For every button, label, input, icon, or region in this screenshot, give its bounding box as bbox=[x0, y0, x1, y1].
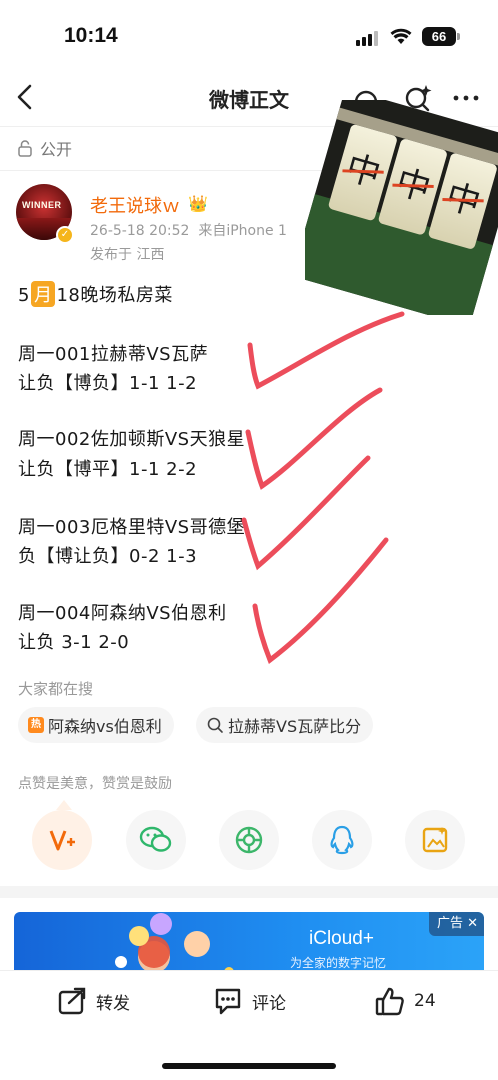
match-line-2b: 让负【博平】1-1 2-2 bbox=[18, 459, 198, 480]
like-hint: 点赞是美意，赞赏是鼓励 bbox=[18, 776, 172, 792]
like-count: 24 bbox=[414, 991, 436, 1011]
search-chip-2-label: 拉赫蒂VS瓦萨比分 bbox=[228, 717, 362, 736]
match-line-2a: 周一002佐加顿斯VS天狼星 bbox=[18, 429, 246, 450]
repost-label: 转发 bbox=[96, 993, 130, 1014]
post-timestamp: 26-5-18 20:52 bbox=[90, 223, 190, 239]
close-icon[interactable]: ✕ bbox=[467, 916, 478, 931]
crown-badge-icon: 👑 bbox=[188, 194, 208, 213]
save-image-button[interactable] bbox=[405, 810, 465, 870]
comment-label: 评论 bbox=[252, 993, 286, 1014]
like-button[interactable]: 24 bbox=[374, 985, 436, 1017]
battery-icon: 66 bbox=[422, 27, 456, 46]
status-time: 10:14 bbox=[64, 24, 118, 47]
ad-title: iCloud+ bbox=[309, 928, 374, 949]
search-chip-1[interactable]: 热 阿森纳vs伯恩利 bbox=[18, 707, 174, 743]
match-line-1a: 周一001拉赫蒂VS瓦萨 bbox=[18, 344, 209, 365]
moments-icon bbox=[235, 826, 263, 854]
search-chip-1-label: 阿森纳vs伯恩利 bbox=[48, 717, 162, 736]
status-bar: 10:14 66 bbox=[0, 0, 498, 72]
match-line-3a: 周一003厄格里特VS哥德堡 bbox=[18, 517, 246, 538]
post-title-post: 18晚场私房菜 bbox=[56, 285, 173, 306]
match-line-1b: 让负【博负】1-1 1-2 bbox=[18, 373, 198, 394]
wechat-icon bbox=[139, 826, 172, 852]
match-line-4a: 周一004阿森纳VS伯恩利 bbox=[18, 603, 227, 624]
verified-badge-icon: ✓ bbox=[56, 226, 74, 244]
share-wechat-button[interactable] bbox=[126, 810, 186, 870]
tip-icon bbox=[49, 830, 75, 851]
check-mark-4 bbox=[252, 537, 389, 664]
section-gap bbox=[0, 886, 498, 898]
username[interactable]: 老王说球ｗ bbox=[90, 192, 180, 218]
share-pointer bbox=[56, 800, 72, 810]
post-title-month: 月 bbox=[30, 281, 56, 307]
avatar-text: WINNER bbox=[22, 200, 62, 210]
search-chip-2[interactable]: 拉赫蒂VS瓦萨比分 bbox=[196, 707, 374, 743]
wifi-icon bbox=[390, 28, 412, 44]
repost-button[interactable]: 转发 bbox=[56, 985, 130, 1017]
thumbs-up-icon bbox=[375, 987, 404, 1016]
ad-tag[interactable]: 广告 ✕ bbox=[428, 912, 484, 936]
post-timestamp-source: 26-5-18 20:52 来自iPhone 1 bbox=[90, 220, 320, 240]
share-moments-button[interactable] bbox=[219, 810, 279, 870]
comment-button[interactable]: 评论 bbox=[212, 985, 286, 1017]
match-line-3b: 负【博让负】0-2 1-3 bbox=[18, 546, 198, 567]
repost-icon bbox=[58, 987, 86, 1015]
search-icon bbox=[207, 717, 223, 733]
ad-subtitle: 为全家的数字记忆 bbox=[290, 956, 387, 970]
qq-icon bbox=[330, 825, 354, 855]
match-line-4b: 让负 3-1 2-0 bbox=[18, 632, 130, 653]
cellular-signal-icon bbox=[356, 30, 380, 46]
check-mark-1 bbox=[247, 311, 405, 390]
post-title: 5 月 18晚场私房菜 bbox=[18, 281, 173, 307]
share-qq-button[interactable] bbox=[312, 810, 372, 870]
tip-button[interactable] bbox=[32, 810, 92, 870]
lock-icon bbox=[18, 140, 32, 157]
comment-icon bbox=[215, 988, 241, 1015]
mahjong-photo: 中 中 中 bbox=[305, 100, 498, 315]
image-save-icon bbox=[422, 827, 448, 853]
trending-search-label: 大家都在搜 bbox=[18, 680, 94, 698]
check-mark-2 bbox=[245, 387, 383, 490]
battery-tip bbox=[457, 33, 460, 40]
visibility-label: 公开 bbox=[16, 136, 72, 160]
hot-icon: 热 bbox=[28, 717, 44, 733]
post-source: 来自iPhone 1 bbox=[198, 223, 287, 239]
check-mark-3 bbox=[241, 455, 371, 571]
visibility-text: 公开 bbox=[40, 140, 73, 159]
ad-tag-label: 广告 bbox=[436, 916, 463, 931]
post-location: 发布于 江西 bbox=[90, 247, 165, 263]
post-title-pre: 5 bbox=[18, 285, 30, 306]
home-indicator bbox=[162, 1063, 336, 1069]
